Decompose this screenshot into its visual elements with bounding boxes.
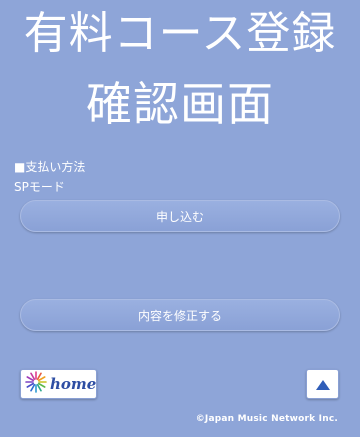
copyright-text: ©Japan Music Network Inc. [195, 414, 338, 424]
starburst-logo-icon [25, 371, 47, 397]
payment-method-heading: ■支払い方法 [14, 160, 86, 174]
page-title-line1: 有料コース登録 [23, 8, 337, 59]
scroll-to-top-button[interactable] [306, 369, 339, 399]
apply-button-label: 申し込む [155, 209, 204, 224]
edit-button-label: 内容を修正する [137, 308, 222, 323]
home-button[interactable]: home [20, 369, 97, 399]
edit-button[interactable]: 内容を修正する [20, 299, 340, 331]
home-label: home [50, 375, 97, 393]
apply-button[interactable]: 申し込む [20, 200, 340, 232]
triangle-up-icon [315, 375, 330, 394]
payment-method-value: SPモード [14, 180, 65, 194]
page-title-line2: 確認画面 [86, 77, 274, 131]
